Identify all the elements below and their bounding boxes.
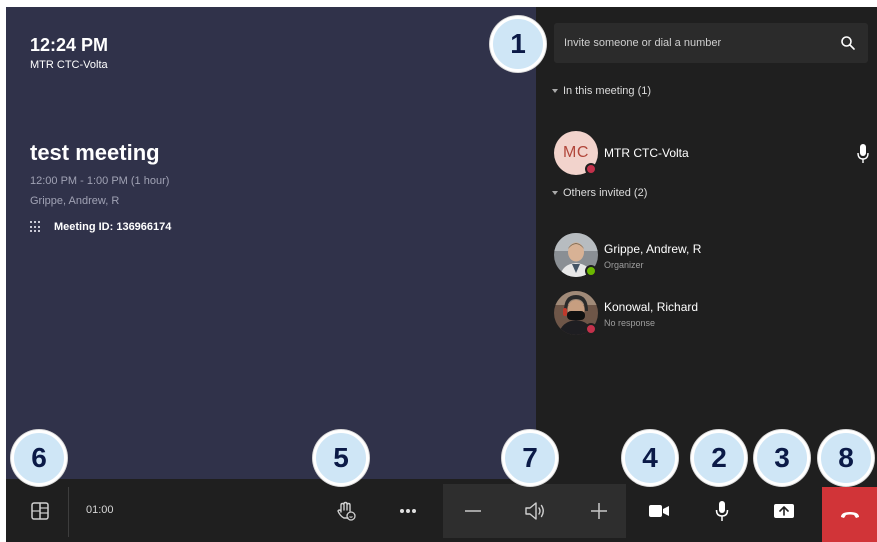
- invited-role: Organizer: [604, 260, 644, 270]
- roster-pane: In this meeting (1) MC MTR CTC-Volta Oth…: [536, 7, 877, 479]
- search-icon[interactable]: [840, 35, 856, 51]
- status-badge: [585, 163, 597, 175]
- microphone-icon: [715, 500, 729, 521]
- participant-name: MTR CTC-Volta: [604, 146, 689, 160]
- chevron-down-icon: [552, 191, 558, 195]
- volume-down-button[interactable]: [457, 479, 489, 542]
- invited-row[interactable]: Grippe, Andrew, R Organizer: [554, 233, 870, 279]
- others-invited-label: Others invited (2): [563, 187, 648, 199]
- invited-row[interactable]: Konowal, Richard No response: [554, 291, 870, 337]
- hang-up-button[interactable]: [822, 487, 877, 542]
- speaker-button[interactable]: [519, 479, 551, 542]
- invite-search-input[interactable]: [564, 23, 824, 63]
- dialpad-icon: [30, 221, 40, 233]
- clock: 12:24 PM: [30, 35, 109, 55]
- status-badge: [585, 323, 597, 335]
- camera-button[interactable]: [639, 479, 679, 542]
- invite-search-box[interactable]: [554, 23, 868, 63]
- callout-6: 6: [11, 430, 67, 486]
- chevron-down-icon: [552, 89, 558, 93]
- raise-hand-button[interactable]: [326, 479, 366, 542]
- participant-row[interactable]: MC MTR CTC-Volta: [554, 131, 870, 177]
- more-options-button[interactable]: [390, 479, 426, 542]
- call-timer: 01:00: [86, 504, 114, 516]
- meeting-organizer: Grippe, Andrew, R: [30, 195, 120, 207]
- callout-8: 8: [818, 430, 874, 486]
- microphone-icon[interactable]: [856, 143, 870, 165]
- toolbar-divider: [68, 487, 69, 537]
- volume-up-icon: [591, 502, 607, 519]
- callout-3: 3: [754, 430, 810, 486]
- call-toolbar: 01:00: [6, 479, 877, 542]
- speaker-icon: [525, 501, 544, 520]
- others-invited-section-header[interactable]: Others invited (2): [552, 187, 647, 199]
- callout-2: 2: [691, 430, 747, 486]
- meeting-id: Meeting ID: 136966174: [54, 221, 172, 233]
- meeting-title: test meeting: [30, 140, 160, 165]
- volume-control: [443, 484, 626, 538]
- status-badge: [585, 265, 597, 277]
- camera-icon: [649, 504, 669, 517]
- callout-5: 5: [313, 430, 369, 486]
- hang-up-icon: [840, 511, 859, 518]
- share-screen-icon: [774, 503, 794, 518]
- share-screen-button[interactable]: [764, 479, 804, 542]
- volume-up-button[interactable]: [583, 479, 615, 542]
- callout-1: 1: [490, 16, 546, 72]
- more-options-icon: [400, 508, 416, 513]
- room-name: MTR CTC-Volta: [30, 59, 108, 71]
- in-meeting-section-header[interactable]: In this meeting (1): [552, 85, 651, 97]
- meeting-info-pane: 12:24 PM MTR CTC-Volta test meeting 12:0…: [6, 7, 536, 479]
- invited-name: Konowal, Richard: [604, 300, 699, 314]
- microphone-button[interactable]: [702, 479, 742, 542]
- invited-name: Grippe, Andrew, R: [604, 242, 702, 256]
- callout-4: 4: [622, 430, 678, 486]
- meeting-time-range: 12:00 PM - 1:00 PM (1 hour): [30, 175, 170, 187]
- teams-room-window: 12:24 PM MTR CTC-Volta test meeting 12:0…: [6, 7, 877, 542]
- invited-status: No response: [604, 318, 656, 328]
- meeting-id-row: Meeting ID: 136966174: [30, 221, 171, 233]
- layout-icon: [31, 501, 49, 520]
- callout-7: 7: [502, 430, 558, 486]
- raise-hand-icon: [337, 501, 356, 521]
- in-meeting-label: In this meeting (1): [563, 85, 652, 97]
- layout-button[interactable]: [20, 479, 60, 542]
- volume-down-icon: [465, 509, 481, 512]
